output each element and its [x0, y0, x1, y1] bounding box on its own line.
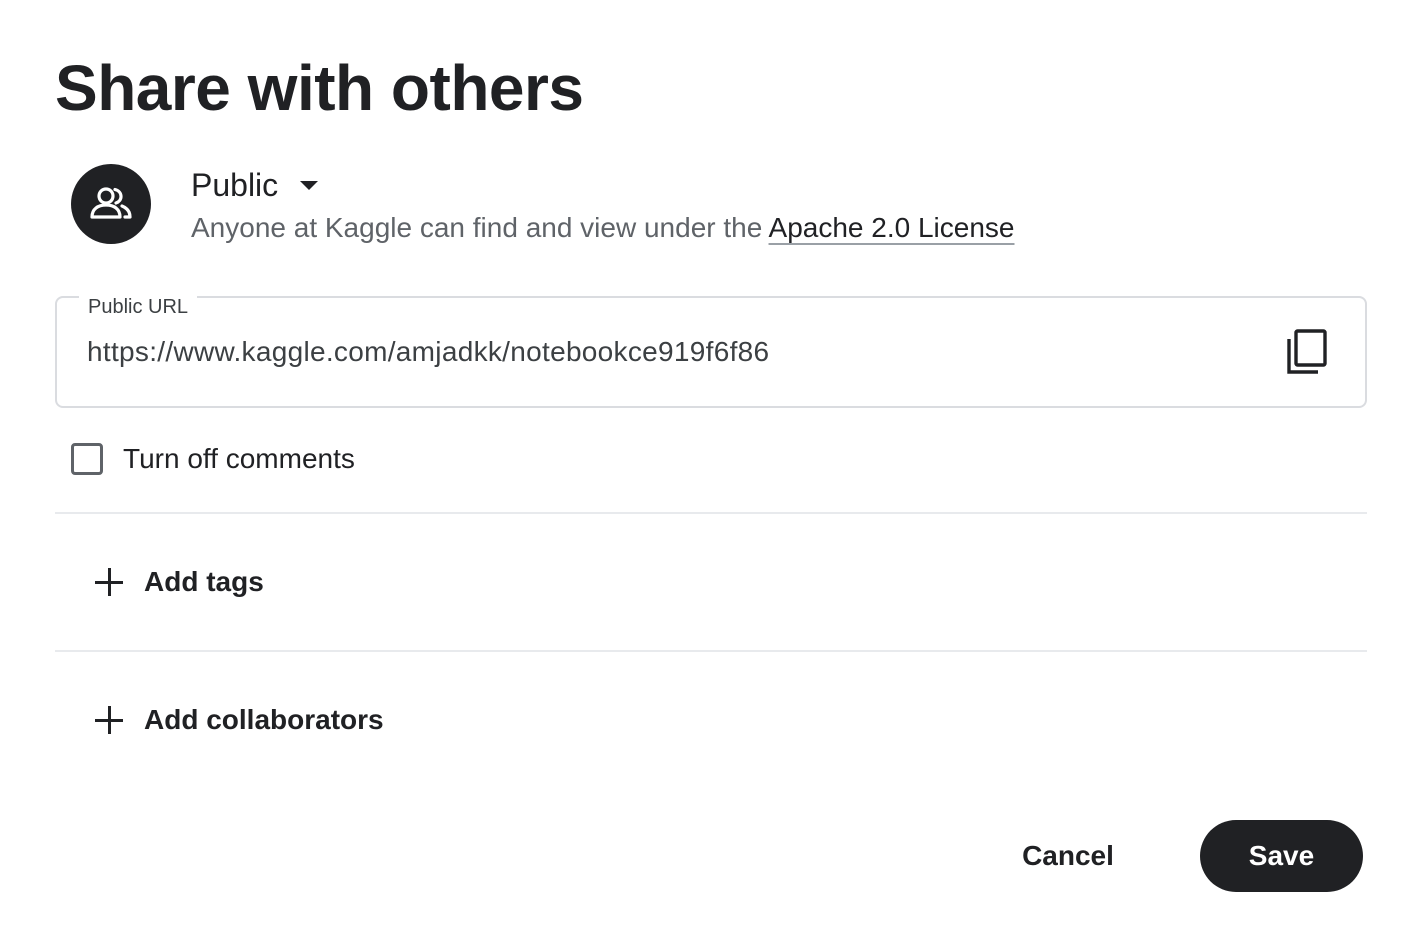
- visibility-selected-label: Public: [191, 167, 279, 203]
- add-tags-button[interactable]: Add tags: [95, 562, 264, 602]
- copy-url-button[interactable]: [1285, 328, 1331, 376]
- turn-off-comments-row: Turn off comments: [71, 440, 355, 478]
- dialog-title: Share with others: [55, 52, 584, 124]
- public-url-field[interactable]: Public URL https://www.kaggle.com/amjadk…: [55, 294, 1367, 408]
- divider: [55, 512, 1367, 514]
- visibility-description: Anyone at Kaggle can find and view under…: [191, 210, 1015, 246]
- add-collaborators-label: Add collaborators: [144, 704, 384, 735]
- visibility-section: Public Anyone at Kaggle can find and vie…: [71, 164, 1171, 246]
- visibility-description-text: Anyone at Kaggle can find and view under…: [191, 212, 769, 243]
- save-button[interactable]: Save: [1200, 820, 1363, 892]
- turn-off-comments-label[interactable]: Turn off comments: [123, 440, 355, 478]
- plus-icon: [95, 568, 123, 596]
- share-dialog: Share with others Public Anyone at Kaggl…: [0, 0, 1428, 946]
- public-url-value[interactable]: https://www.kaggle.com/amjadkk/notebookc…: [87, 332, 769, 372]
- add-collaborators-button[interactable]: Add collaborators: [95, 700, 384, 740]
- copy-icon: [1287, 329, 1327, 374]
- turn-off-comments-checkbox[interactable]: [71, 443, 103, 475]
- divider: [55, 650, 1367, 652]
- chevron-down-icon: [300, 180, 319, 190]
- license-link[interactable]: Apache 2.0 License: [769, 212, 1015, 243]
- add-tags-label: Add tags: [144, 566, 264, 597]
- public-url-label: Public URL: [79, 294, 198, 320]
- plus-icon: [95, 706, 123, 734]
- people-icon: [71, 164, 151, 244]
- visibility-dropdown[interactable]: Public: [191, 164, 319, 206]
- cancel-button[interactable]: Cancel: [1000, 822, 1136, 890]
